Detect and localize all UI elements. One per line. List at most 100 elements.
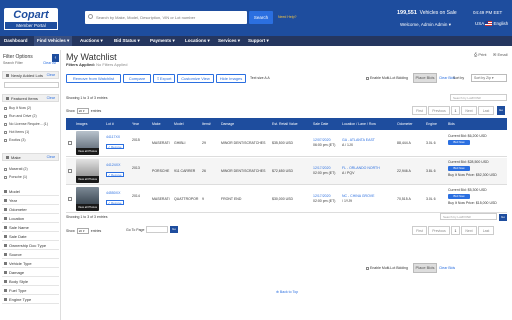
th-make[interactable]: Make bbox=[152, 118, 161, 130]
remove-row-button[interactable]: ✓ Remove bbox=[106, 144, 124, 149]
filter-damage[interactable]: Damage bbox=[2, 269, 59, 277]
nav-dashboard[interactable]: Dashboard bbox=[4, 36, 28, 46]
nav-find-vehicles[interactable]: Find Vehicles ▾ bbox=[34, 36, 73, 46]
make-clear[interactable]: Clear bbox=[47, 154, 55, 161]
welcome-user[interactable]: Welcome, Admin Admin ▾ bbox=[400, 22, 451, 28]
pager-first[interactable]: First bbox=[412, 106, 427, 115]
table-row[interactable]: View all Photos 44124XX ✓ Remove 2013 PO… bbox=[66, 158, 507, 185]
print-link[interactable]: ⎙ Print bbox=[474, 52, 487, 57]
page-length-select[interactable]: 20 ▾ bbox=[76, 108, 89, 114]
filter-odometer[interactable]: Odometer bbox=[2, 206, 59, 214]
th-images[interactable]: Images bbox=[76, 118, 87, 130]
clear-all-filters[interactable]: Clear All bbox=[43, 61, 56, 65]
featured-run-drive[interactable]: Run and Drive (2) bbox=[4, 113, 60, 119]
newly-added-filter[interactable] bbox=[4, 82, 59, 88]
go-button-top[interactable]: Go bbox=[497, 106, 505, 115]
pager-last[interactable]: Last bbox=[478, 106, 494, 115]
lot-search-input-bottom[interactable]: Search by Lot#/VIN# bbox=[440, 213, 497, 220]
bid-now-button[interactable]: Bid Now bbox=[448, 166, 470, 171]
pager-page-1[interactable]: 1 bbox=[451, 106, 460, 115]
th-model[interactable]: Model bbox=[174, 118, 184, 130]
checkbox[interactable] bbox=[366, 266, 369, 270]
pager-last-bottom[interactable]: Last bbox=[478, 226, 494, 235]
table-row[interactable]: View all Photos 44117XX ✓ Remove 2015 MA… bbox=[66, 130, 507, 157]
search-input[interactable] bbox=[96, 13, 244, 22]
buy-now-price[interactable]: Buy It Now Price: $15,000 USD bbox=[448, 201, 497, 205]
filter-location[interactable]: Location bbox=[2, 215, 59, 223]
featured-no-license[interactable]: No License Require... (1) bbox=[4, 121, 60, 127]
filter-newly-added[interactable]: Newly Added Lots Clear bbox=[2, 71, 59, 79]
nav-services[interactable]: Services ▾ bbox=[218, 36, 240, 46]
lot-number[interactable]: 44117XX bbox=[106, 135, 120, 139]
featured-hot-items[interactable]: Hot Items (1) bbox=[4, 129, 60, 135]
filter-source[interactable]: Source bbox=[2, 251, 59, 259]
checkbox[interactable] bbox=[4, 175, 7, 179]
nav-support[interactable]: Support ▾ bbox=[248, 36, 269, 46]
location[interactable]: GA - ATLANTA EAST bbox=[342, 138, 375, 142]
remove-from-watchlist-button[interactable]: Remove from Watchlist bbox=[66, 74, 121, 83]
hide-images-button[interactable]: Hide Images bbox=[216, 74, 246, 83]
checkbox[interactable] bbox=[4, 122, 7, 126]
checkbox[interactable] bbox=[4, 167, 7, 171]
filter-featured[interactable]: Featured Items Clear bbox=[2, 94, 59, 102]
checkbox[interactable] bbox=[4, 138, 7, 142]
clear-bids-link-bottom[interactable]: Clear Bids bbox=[439, 266, 455, 270]
multi-lot-toggle[interactable]: Enable Multi-Lot Bidding bbox=[366, 76, 408, 80]
view-all-photos[interactable]: View all Photos bbox=[76, 176, 99, 183]
go-button-page[interactable]: Go bbox=[170, 226, 178, 233]
row-checkbox[interactable] bbox=[68, 141, 72, 145]
th-item[interactable]: Item# bbox=[202, 118, 211, 130]
th-engine[interactable]: Engine bbox=[426, 118, 437, 130]
th-bids[interactable]: Bids bbox=[448, 118, 455, 130]
view-all-photos[interactable]: View all Photos bbox=[76, 204, 99, 211]
make-porsche[interactable]: Porsche (1) bbox=[4, 174, 60, 180]
location[interactable]: FL - ORLANDO NORTH bbox=[342, 166, 380, 170]
checkbox[interactable] bbox=[4, 130, 7, 134]
filter-ownership-doc[interactable]: Ownership Doc Type bbox=[2, 242, 59, 250]
email-link[interactable]: ✉ Email bbox=[493, 52, 507, 57]
row-checkbox[interactable] bbox=[68, 169, 72, 173]
th-erv[interactable]: Est. Retail Value bbox=[272, 118, 298, 130]
lot-number[interactable]: 44124XX bbox=[106, 163, 120, 167]
vehicle-thumbnail[interactable]: View all Photos bbox=[76, 187, 99, 211]
export-button[interactable]: ⇧Export bbox=[153, 74, 175, 83]
remove-row-button[interactable]: ✓ Remove bbox=[106, 172, 124, 177]
pager-previous[interactable]: Previous bbox=[428, 106, 450, 115]
filter-make[interactable]: Make Clear bbox=[2, 153, 59, 161]
bid-now-button[interactable]: Bid Now bbox=[448, 194, 470, 199]
lot-number[interactable]: 44550XX bbox=[106, 191, 120, 195]
back-to-top-link[interactable]: ⊕ Back to Top bbox=[276, 290, 298, 294]
sale-date[interactable]: 12/17/2020 bbox=[313, 166, 331, 170]
go-button-search[interactable]: Go bbox=[499, 214, 507, 221]
compare-button[interactable]: Compare bbox=[123, 74, 151, 83]
page-length-select[interactable]: 20 ▾ bbox=[76, 228, 89, 234]
pager-first-bottom[interactable]: First bbox=[412, 226, 427, 235]
sale-date[interactable]: 12/07/2020 bbox=[313, 138, 331, 142]
th-year[interactable]: Year bbox=[132, 118, 139, 130]
th-location[interactable]: Location / Lane / Row bbox=[342, 118, 376, 130]
view-all-photos[interactable]: View all Photos bbox=[76, 148, 99, 155]
language-selector[interactable]: USA English bbox=[475, 21, 508, 27]
checkbox[interactable] bbox=[4, 114, 7, 118]
help-link[interactable]: Need Help? bbox=[278, 15, 296, 19]
filter-body-style[interactable]: Body Style bbox=[2, 278, 59, 286]
featured-clear[interactable]: Clear bbox=[47, 95, 55, 102]
copart-logo[interactable]: Copart Member Portal bbox=[4, 8, 58, 30]
buy-now-price[interactable]: Buy It Now Price: $52,300 USD bbox=[448, 173, 497, 177]
filter-engine-type[interactable]: Engine Type bbox=[2, 296, 59, 304]
vehicle-thumbnail[interactable]: View all Photos bbox=[76, 159, 99, 183]
bid-now-button[interactable]: Bid Now bbox=[448, 140, 470, 145]
vehicle-thumbnail[interactable]: View all Photos bbox=[76, 131, 99, 155]
checkbox[interactable] bbox=[4, 106, 7, 110]
lot-search-input[interactable]: Search by Lot#/VIN# bbox=[450, 94, 507, 101]
place-bids-button-bottom[interactable]: Place Bids bbox=[413, 263, 437, 273]
pager-previous-bottom[interactable]: Previous bbox=[428, 226, 450, 235]
filter-sale-name[interactable]: Sale Name bbox=[2, 224, 59, 232]
nav-payments[interactable]: Payments ▾ bbox=[150, 36, 175, 46]
filter-fuel-type[interactable]: Fuel Type bbox=[2, 287, 59, 295]
checkbox[interactable] bbox=[366, 76, 369, 80]
place-bids-button[interactable]: Place Bids bbox=[413, 73, 437, 83]
filter-model[interactable]: Model bbox=[2, 188, 59, 196]
customize-view-button[interactable]: Customize View bbox=[177, 74, 214, 83]
th-odometer[interactable]: Odometer bbox=[397, 118, 413, 130]
